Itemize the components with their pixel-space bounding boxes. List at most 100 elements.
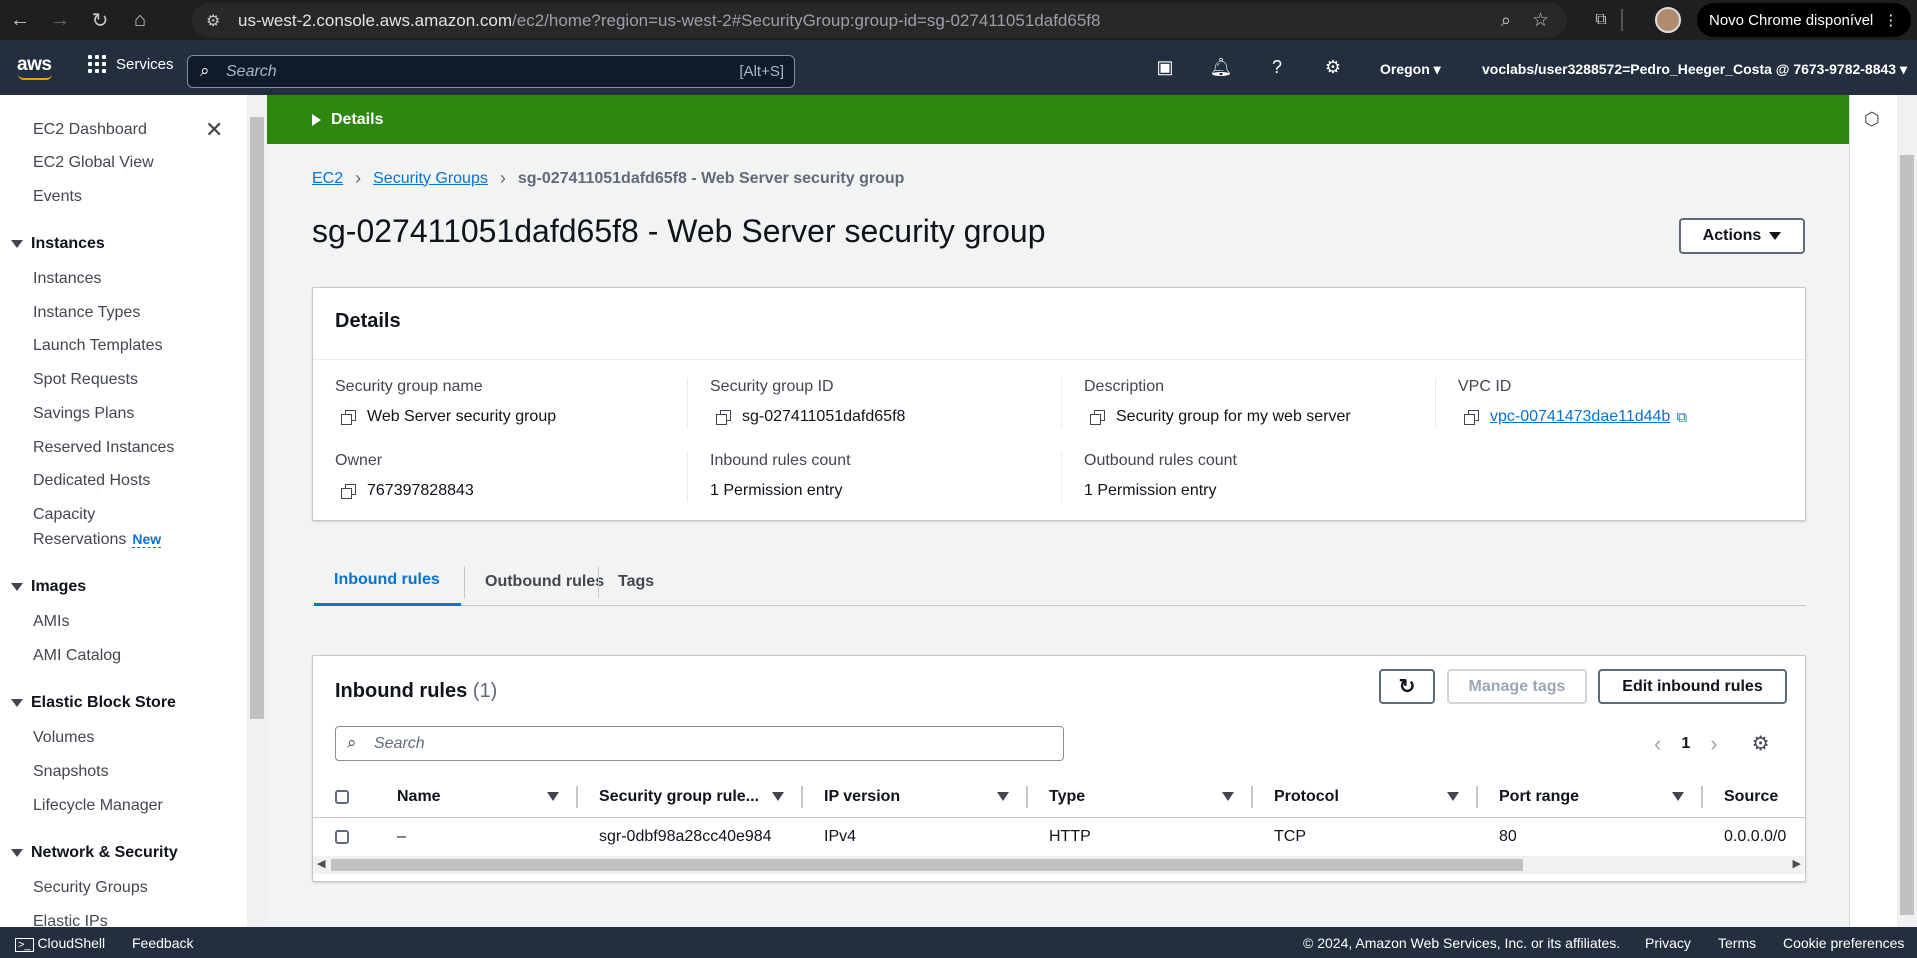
row-checkbox[interactable] [335,830,349,844]
sidebar-section-network-security[interactable]: Network & Security [11,844,178,862]
privacy-link[interactable]: Privacy [1645,935,1691,951]
close-icon[interactable]: ✕ [205,117,223,143]
table-horizontal-scrollbar[interactable]: ◀ ▶ [313,856,1805,874]
chevron-right-icon[interactable]: › [1710,731,1717,757]
cloudshell-link[interactable]: >_ CloudShell [15,935,105,952]
sidebar-section-images[interactable]: Images [11,578,86,596]
preferences-gear-icon[interactable]: ⚙ [1752,731,1770,756]
cell-source: 0.0.0.0/0 [1724,828,1787,845]
tab-tags[interactable]: Tags [618,557,654,606]
sidebar-item-events[interactable]: Events [33,188,82,206]
zoom-icon[interactable]: ⌕ [1501,10,1511,31]
chrome-update-button[interactable]: Novo Chrome disponível ⋮ [1697,3,1911,37]
back-icon[interactable]: ← [0,0,40,40]
account-menu[interactable]: voclabs/user3288572=Pedro_Heeger_Costa @… [1482,61,1907,78]
sidebar-item-snapshots[interactable]: Snapshots [33,763,109,781]
notifications-bell-icon[interactable]: 🔔︎ [1206,52,1236,82]
col-name[interactable]: Name [397,776,441,817]
col-type[interactable]: Type [1049,776,1085,817]
sidebar-item-reserved-instances[interactable]: Reserved Instances [33,439,174,457]
col-port-range[interactable]: Port range [1499,776,1579,817]
aws-logo[interactable]: aws [17,54,52,80]
col-source[interactable]: Source [1724,776,1778,817]
sg-name-value: Web Server security group [367,408,557,425]
manage-tags-button[interactable]: Manage tags [1447,669,1587,704]
feedback-link[interactable]: Feedback [132,935,193,951]
sidebar-scrollbar[interactable] [247,95,267,927]
terms-link[interactable]: Terms [1718,935,1756,951]
page-number[interactable]: 1 [1681,735,1690,753]
sort-icon[interactable] [1222,792,1234,801]
page-scrollbar[interactable] [1897,95,1917,927]
copy-icon[interactable] [341,410,356,425]
sort-icon[interactable] [772,792,784,801]
address-bar[interactable]: ⚙ us-west-2.console.aws.amazon.com/ec2/h… [192,3,1567,38]
outbound-count-value: 1 Permission entry [1084,482,1217,499]
extensions-icon[interactable]: ⧉ [1584,0,1618,40]
copy-icon[interactable] [716,410,731,425]
sort-icon[interactable] [1447,792,1459,801]
cloudshell-icon[interactable]: ▣ [1150,52,1180,82]
edit-inbound-rules-button[interactable]: Edit inbound rules [1598,669,1787,704]
chevron-left-icon[interactable]: ‹ [1654,731,1661,757]
sidebar-item-instances[interactable]: Instances [33,270,101,288]
sidebar-section-ebs[interactable]: Elastic Block Store [11,694,176,712]
table-row[interactable]: – sgr-0dbf98a28cc40e984 IPv4 HTTP TCP 80… [313,818,1805,856]
pagination: ‹ 1 › ⚙ [1654,726,1770,761]
sort-icon[interactable] [547,792,559,801]
sidebar-item-launch-templates[interactable]: Launch Templates [33,337,163,355]
info-panel-icon[interactable]: ⬡ [1864,109,1880,130]
search-icon: ⌕ [347,733,357,752]
details-banner[interactable]: Details [267,95,1849,144]
breadcrumb-security-groups[interactable]: Security Groups [373,170,488,188]
field-sg-name: Security group name Web Server security … [335,378,557,425]
sidebar-item-capacity[interactable]: Capacity [33,506,95,524]
cookie-preferences-link[interactable]: Cookie preferences [1783,935,1904,951]
sidebar-item-ami-catalog[interactable]: AMI Catalog [33,647,121,665]
actions-button[interactable]: Actions [1679,218,1805,254]
sidebar-item-volumes[interactable]: Volumes [33,729,94,747]
copy-icon[interactable] [341,484,356,499]
tabs: Inbound rules Outbound rules Tags [312,557,1806,606]
copy-icon[interactable] [1090,410,1105,425]
cell-type: HTTP [1049,828,1091,845]
bookmark-star-icon[interactable]: ☆ [1532,9,1549,32]
rules-search-input[interactable]: ⌕ Search [335,726,1064,761]
vpc-id-link[interactable]: vpc-00741473dae11d44b [1490,408,1670,426]
sidebar-item-capacity-reservations[interactable]: Reservations New [33,531,162,549]
sidebar-item-instance-types[interactable]: Instance Types [33,304,140,322]
forward-icon[interactable]: → [40,0,80,40]
select-all-checkbox[interactable] [335,789,349,804]
sort-icon[interactable] [1672,792,1684,801]
details-card: Details Security group name Web Server s… [312,287,1806,521]
aws-search-input[interactable]: ⌕ Search [Alt+S] [187,55,795,88]
sidebar-section-instances[interactable]: Instances [11,235,105,253]
sidebar-item-spot-requests[interactable]: Spot Requests [33,371,138,389]
sidebar-item-elastic-ips[interactable]: Elastic IPs [33,913,108,927]
profile-avatar[interactable] [1655,7,1681,33]
home-icon[interactable]: ⌂ [120,0,160,40]
sidebar-item-security-groups[interactable]: Security Groups [33,879,148,897]
sidebar-item-savings-plans[interactable]: Savings Plans [33,405,134,423]
sidebar-item-ec2-dashboard[interactable]: EC2 Dashboard [33,121,147,139]
region-selector[interactable]: Oregon ▾ [1380,61,1441,78]
col-protocol[interactable]: Protocol [1274,776,1339,817]
reload-icon[interactable]: ↻ [80,0,120,40]
sidebar-item-dedicated-hosts[interactable]: Dedicated Hosts [33,472,150,490]
cell-protocol: TCP [1274,828,1306,845]
tab-outbound-rules[interactable]: Outbound rules [485,557,604,606]
sidebar-item-amis[interactable]: AMIs [33,613,69,631]
help-icon[interactable]: ? [1262,52,1292,82]
sort-icon[interactable] [997,792,1009,801]
tab-inbound-rules[interactable]: Inbound rules [314,557,461,606]
site-info-icon[interactable]: ⚙ [206,11,220,31]
col-sg-rule-id[interactable]: Security group rule... [599,776,759,817]
col-ip-version[interactable]: IP version [824,776,900,817]
sidebar-item-lifecycle-manager[interactable]: Lifecycle Manager [33,797,163,815]
sidebar-item-ec2-global-view[interactable]: EC2 Global View [33,154,154,172]
settings-gear-icon[interactable]: ⚙ [1318,52,1348,82]
breadcrumb-ec2[interactable]: EC2 [312,170,343,188]
refresh-button[interactable]: ↻ [1379,669,1435,704]
copy-icon[interactable] [1464,410,1479,425]
services-menu[interactable]: Services [88,55,174,73]
